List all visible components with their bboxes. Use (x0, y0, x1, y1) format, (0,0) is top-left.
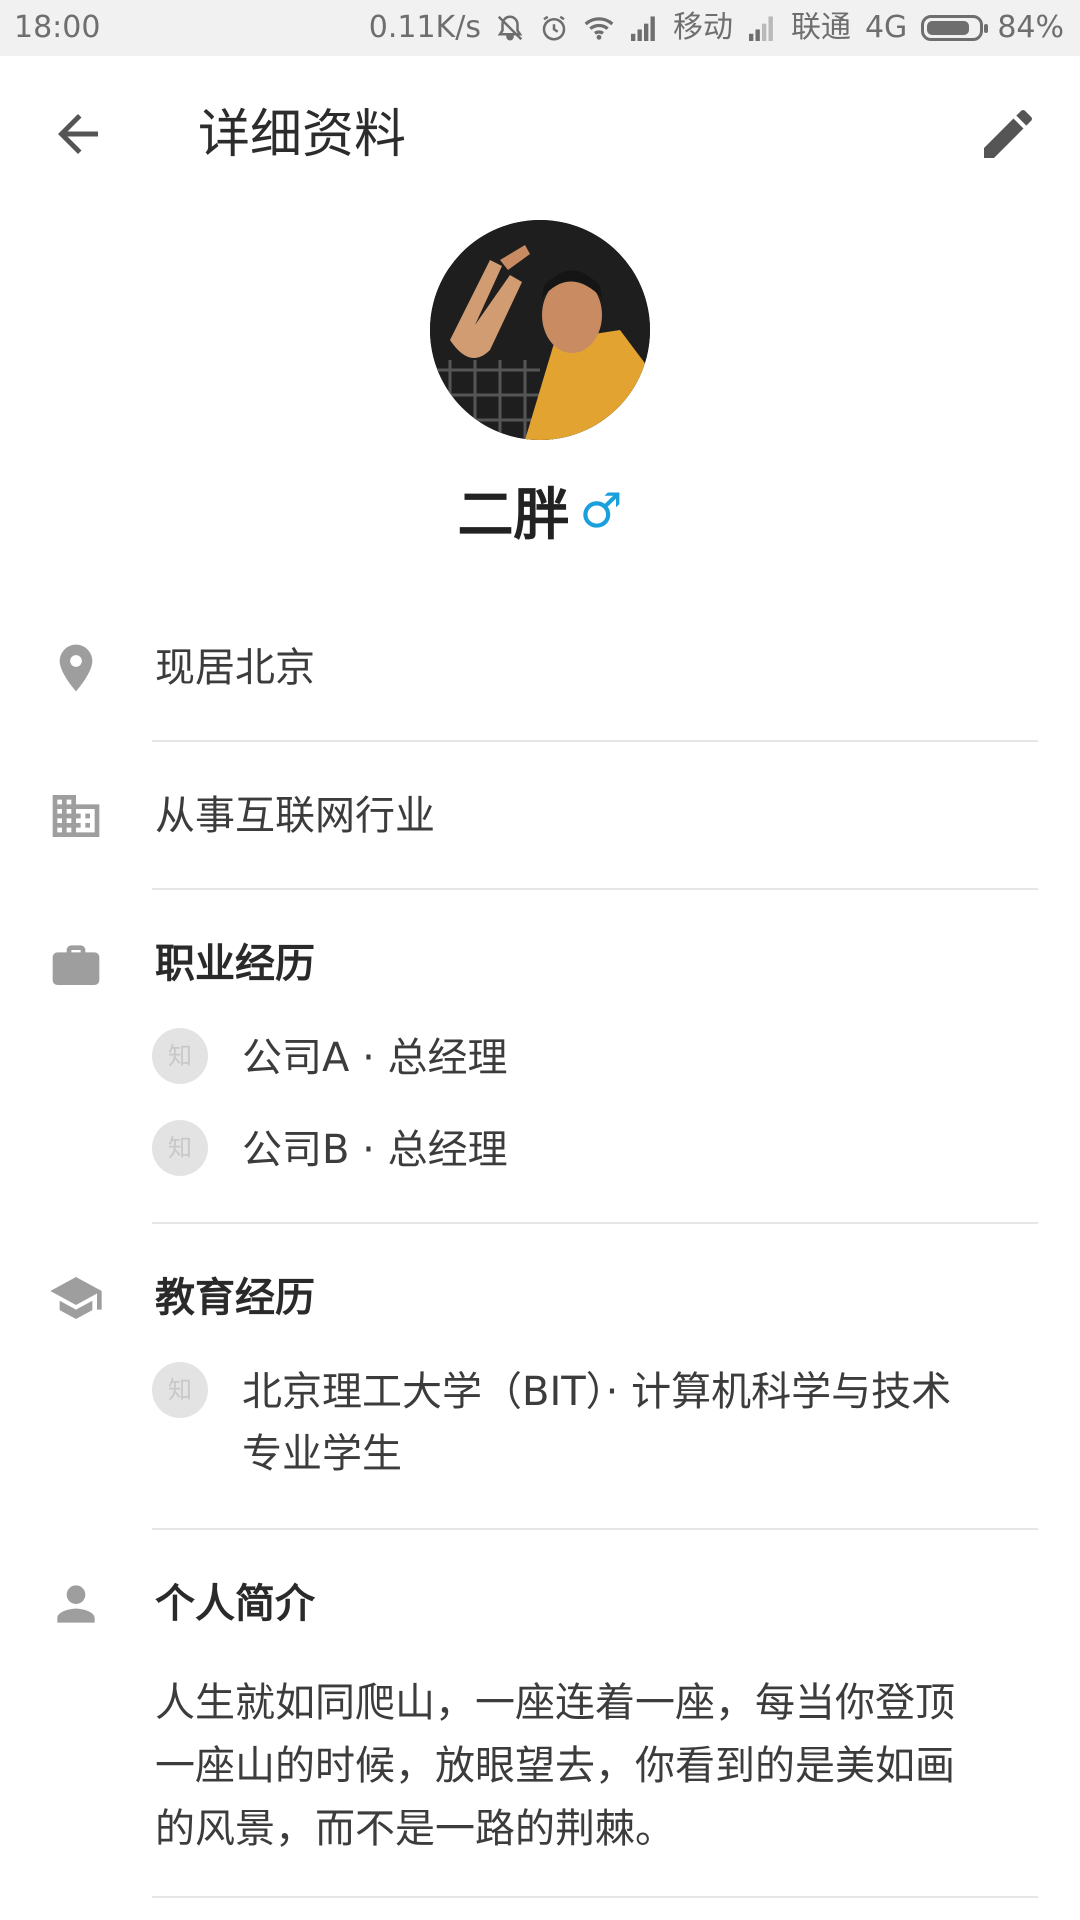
person-icon (48, 1576, 104, 1632)
divider (152, 1896, 1038, 1898)
education-item-line2: 专业学生 (242, 1431, 402, 1477)
wifi-icon (583, 14, 615, 42)
career-item-text: 公司A · 总经理 (242, 1035, 508, 1081)
status-time: 18:00 (14, 10, 101, 45)
building-icon (48, 788, 104, 844)
avatar[interactable] (430, 220, 650, 440)
app-bar: 详细资料 (0, 56, 1080, 216)
network-speed: 0.11K/s (368, 10, 481, 45)
zhihu-badge-icon: 知 (152, 1120, 208, 1176)
bio-title: 个人简介 (155, 1581, 315, 1627)
profile-name: 二胖 (457, 483, 570, 548)
alarm-icon (539, 13, 569, 43)
graduation-cap-icon (48, 1270, 104, 1326)
zhihu-badge-icon: 知 (152, 1362, 208, 1418)
battery-percent: 84% (997, 10, 1064, 45)
location-row: 现居北京 (0, 640, 1080, 700)
bio-line: 一座山的时候，放眼望去，你看到的是美如画 (155, 1743, 955, 1789)
pencil-icon[interactable] (976, 102, 1040, 166)
location-text: 现居北京 (155, 645, 315, 691)
briefcase-icon (48, 936, 104, 992)
divider (152, 1528, 1038, 1530)
industry-text: 从事互联网行业 (155, 793, 435, 839)
battery-icon (921, 15, 989, 41)
network-type: 4G (864, 10, 908, 45)
bio-line: 的风景，而不是一路的荆棘。 (155, 1806, 675, 1852)
male-icon: ♂ (579, 482, 623, 539)
mute-icon (495, 13, 525, 43)
bio-line: 人生就如同爬山，一座连着一座，每当你登顶 (155, 1680, 955, 1726)
carrier-1: 移动 (672, 10, 733, 45)
divider (152, 1222, 1038, 1224)
carrier-2: 联通 (790, 10, 851, 45)
industry-row: 从事互联网行业 (0, 788, 1080, 848)
status-icons: 0.11K/s 移动 联通 4G 84% (369, 0, 1064, 56)
career-header: 职业经历 (0, 936, 1080, 996)
education-item-line1: 北京理工大学（BIT）· 计算机科学与技术 (242, 1369, 952, 1415)
page-title: 详细资料 (198, 105, 407, 165)
education-title: 教育经历 (155, 1275, 315, 1321)
signal-icon (629, 15, 659, 41)
bio-header: 个人简介 (0, 1576, 1080, 1636)
status-bar: 18:00 0.11K/s 移动 联通 4G 84% (0, 0, 1080, 56)
career-title: 职业经历 (155, 941, 315, 987)
signal-icon (747, 15, 777, 41)
profile-name-row: 二胖 ♂ (0, 470, 1080, 551)
divider (152, 740, 1038, 742)
zhihu-badge-icon: 知 (152, 1028, 208, 1084)
education-header: 教育经历 (0, 1270, 1080, 1330)
divider (152, 888, 1038, 890)
location-pin-icon (48, 640, 104, 696)
career-item-text: 公司B · 总经理 (242, 1127, 508, 1173)
arrow-back-icon[interactable] (48, 104, 108, 164)
